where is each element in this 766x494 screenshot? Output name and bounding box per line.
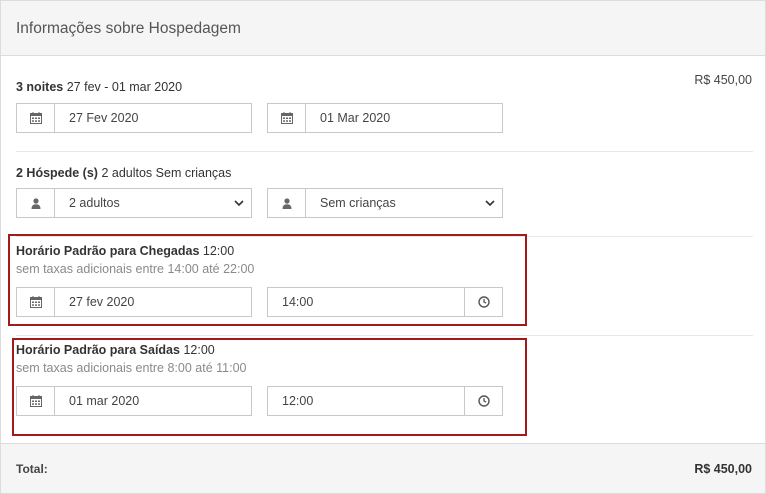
children-select[interactable]: Sem crianças: [267, 188, 503, 218]
stay-price: R$ 450,00: [694, 73, 752, 87]
arrival-time-value: 14:00: [282, 295, 314, 309]
adults-selected: 2 adultos: [69, 196, 120, 210]
departure-date-value: 01 mar 2020: [69, 394, 140, 408]
calendar-icon: [268, 104, 306, 132]
departure-time-field[interactable]: 12:00: [267, 386, 503, 416]
arrival-label: Horário Padrão para Chegadas 12:00: [16, 244, 234, 258]
children-selected: Sem crianças: [320, 196, 396, 210]
clock-icon[interactable]: [464, 387, 502, 415]
departure-note: sem taxas adicionais entre 8:00 até 11:0…: [16, 361, 247, 375]
adults-select[interactable]: 2 adultos: [16, 188, 252, 218]
calendar-icon: [17, 104, 55, 132]
calendar-icon: [17, 288, 55, 316]
total-value: R$ 450,00: [694, 462, 752, 476]
stay-dates: 27 fev - 01 mar 2020: [66, 80, 183, 94]
panel-title: Informações sobre Hospedagem: [16, 20, 241, 37]
arrival-standard-time: 12:00: [202, 244, 235, 258]
departure-standard-time: 12:00: [183, 343, 215, 357]
clock-icon[interactable]: [464, 288, 502, 316]
chevron-down-icon: [227, 189, 251, 217]
departure-title: Horário Padrão para Saídas: [16, 343, 180, 357]
divider: [16, 151, 753, 152]
checkin-date-value: 27 Fev 2020: [69, 111, 139, 125]
guests-label: 2 Hóspede (s) 2 adultos Sem crianças: [16, 166, 231, 180]
user-icon: [17, 189, 55, 217]
departure-date-field[interactable]: 01 mar 2020: [16, 386, 252, 416]
user-icon: [268, 189, 306, 217]
calendar-icon: [17, 387, 55, 415]
panel-header: Informações sobre Hospedagem: [1, 1, 765, 56]
nights-count: 3 noites: [16, 80, 64, 94]
guests-summary: 2 adultos Sem crianças: [101, 166, 232, 180]
arrival-date-value: 27 fev 2020: [69, 295, 135, 309]
checkin-date-field[interactable]: 27 Fev 2020: [16, 103, 252, 133]
panel-footer: Total: R$ 450,00: [1, 443, 765, 493]
total-label: Total:: [16, 462, 48, 476]
arrival-time-field[interactable]: 14:00: [267, 287, 503, 317]
arrival-note: sem taxas adicionais entre 14:00 até 22:…: [16, 262, 255, 276]
accommodation-panel: Informações sobre Hospedagem 3 noites 27…: [0, 0, 766, 494]
checkout-date-field[interactable]: 01 Mar 2020: [267, 103, 503, 133]
arrival-title: Horário Padrão para Chegadas: [16, 244, 200, 258]
checkout-date-value: 01 Mar 2020: [320, 111, 391, 125]
divider: [16, 335, 753, 336]
guests-count: 2 Hóspede (s): [16, 166, 98, 180]
arrival-date-field[interactable]: 27 fev 2020: [16, 287, 252, 317]
departure-label: Horário Padrão para Saídas 12:00: [16, 343, 215, 357]
nights-label: 3 noites 27 fev - 01 mar 2020: [16, 80, 182, 94]
departure-time-value: 12:00: [282, 394, 314, 408]
chevron-down-icon: [478, 189, 502, 217]
